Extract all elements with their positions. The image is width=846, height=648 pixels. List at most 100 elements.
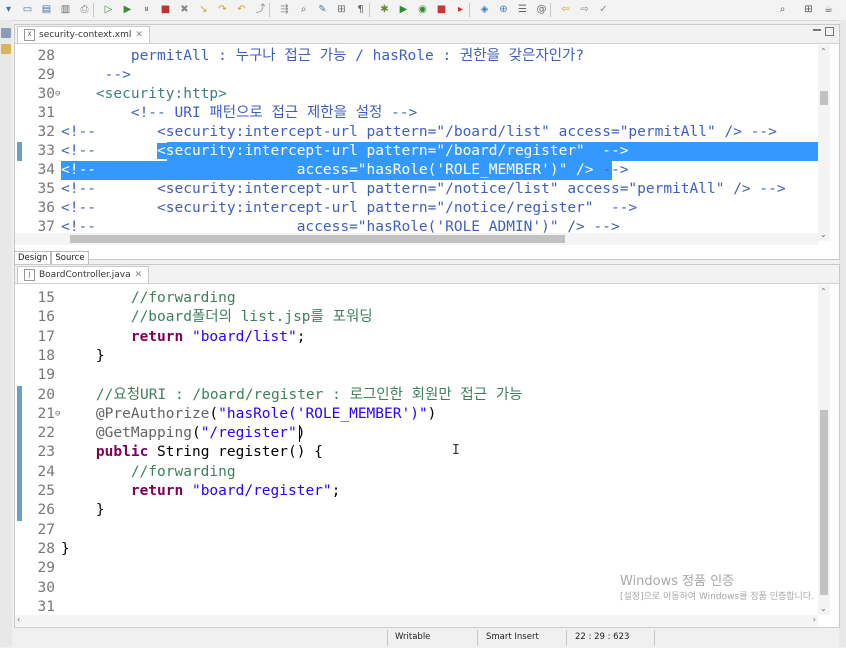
- line-number: 19: [37, 367, 55, 384]
- scroll-up-icon[interactable]: ⌃: [820, 47, 827, 56]
- disconnect-icon[interactable]: ■: [159, 3, 172, 16]
- line-number: 27: [37, 521, 55, 538]
- java-perspective-icon[interactable]: ☕: [822, 3, 835, 16]
- code-text: @GetMapping("/register"): [95, 425, 306, 442]
- step-into-icon[interactable]: ✖: [178, 3, 191, 16]
- search-icon[interactable]: ⌕: [297, 3, 310, 16]
- external-tools-icon[interactable]: ▸: [454, 3, 467, 16]
- toggle-block-icon[interactable]: ⊞: [335, 3, 348, 16]
- perspective-icon[interactable]: ⊞: [802, 3, 815, 16]
- save-all-icon[interactable]: ▤: [40, 3, 53, 16]
- tab-design[interactable]: Design: [14, 251, 52, 265]
- code-line[interactable]: 28}: [15, 540, 818, 559]
- new-class-icon[interactable]: ◈: [478, 3, 491, 16]
- code-line[interactable]: 17 return "board/list";: [15, 328, 818, 347]
- skip-icon[interactable]: ⎙: [78, 3, 91, 16]
- code-line[interactable]: 27: [15, 521, 818, 540]
- java-code-area[interactable]: 15 //forwarding 16 //board폴더의 list.jsp를 포…: [15, 285, 818, 615]
- code-line[interactable]: 19: [15, 366, 818, 385]
- scroll-left-icon[interactable]: ‹: [17, 615, 20, 624]
- debug-icon[interactable]: ✱: [378, 3, 391, 16]
- print-icon[interactable]: ▥: [59, 3, 72, 16]
- fold-toggle-icon[interactable]: ⊖: [55, 405, 60, 424]
- code-line[interactable]: 24 //forwarding: [15, 463, 818, 482]
- scroll-up-icon[interactable]: ⌃: [820, 287, 827, 296]
- text-caret: [299, 425, 300, 443]
- code-line[interactable]: 15 //forwarding: [15, 289, 818, 308]
- java-vertical-scrollbar[interactable]: ⌃ ⌄: [818, 285, 830, 615]
- xml-code-area[interactable]: 28 permitAll : 누구나 접근 가능 / hasRole : 권한을…: [15, 45, 818, 241]
- step-return-icon[interactable]: ↷: [216, 3, 229, 16]
- code-line[interactable]: 32 <!-- <security:intercept-url pattern="…: [15, 123, 818, 142]
- line-number: 16: [37, 309, 55, 326]
- editor-mode-tabs: Design Source: [14, 245, 89, 265]
- code-line[interactable]: 23 public String register() {: [15, 443, 818, 462]
- hscroll-thumb[interactable]: [70, 235, 565, 243]
- scroll-down-icon[interactable]: ⌄: [820, 230, 827, 239]
- code-line[interactable]: 25 return "board/register";: [15, 482, 818, 501]
- open-task-icon[interactable]: ☰: [516, 3, 529, 16]
- code-line[interactable]: 29 -->: [15, 66, 818, 85]
- scroll-down-icon[interactable]: ⌄: [820, 604, 827, 613]
- code-line[interactable]: 18 }: [15, 347, 818, 366]
- code-line[interactable]: 16 //board폴더의 list.jsp를 포워딩: [15, 308, 818, 327]
- suspend-icon[interactable]: ▶: [121, 3, 134, 16]
- package-explorer-icon[interactable]: [1, 28, 11, 38]
- code-line[interactable]: 31 <!-- URI 패턴으로 접근 제한을 설정 -->: [15, 104, 818, 123]
- tab-label: BoardController.java: [39, 270, 131, 280]
- new-server-icon[interactable]: ⊕: [497, 3, 510, 16]
- xml-horizontal-scrollbar[interactable]: [15, 233, 818, 245]
- coverage-icon[interactable]: ◉: [416, 3, 429, 16]
- java-editor-tabbar: J BoardController.java ✕: [15, 265, 839, 284]
- tab-board-controller[interactable]: J BoardController.java ✕: [17, 266, 150, 283]
- scroll-thumb[interactable]: [820, 410, 828, 595]
- tab-maximize-icon[interactable]: [825, 27, 834, 36]
- pin-icon[interactable]: ✓: [597, 3, 610, 16]
- java-horizontal-scrollbar[interactable]: ‹ ›: [15, 615, 818, 627]
- annotation-icon[interactable]: @: [535, 3, 548, 16]
- tab-security-context[interactable]: X security-context.xml ✕: [17, 26, 150, 43]
- run-icon[interactable]: ▶: [397, 3, 410, 16]
- folder-icon[interactable]: [1, 44, 11, 54]
- fold-toggle-icon[interactable]: ⊖: [55, 85, 60, 104]
- xml-vertical-scrollbar[interactable]: ⌃ ⌄: [818, 45, 830, 241]
- status-separator: [477, 630, 478, 646]
- show-whitespace-icon[interactable]: ¶: [354, 3, 367, 16]
- code-line[interactable]: 21 ⊖ @PreAuthorize("hasRole('ROLE_MEMBER'…: [15, 405, 818, 424]
- code-line[interactable]: 34 <!-- access="hasRole('ROLE_MEMBER')" /…: [15, 161, 818, 180]
- java-editor-pane: J BoardController.java ✕ 15 //forwarding…: [14, 264, 840, 628]
- open-type-icon[interactable]: ⇶: [278, 3, 291, 16]
- scroll-thumb[interactable]: [820, 91, 828, 105]
- tab-minimize-icon[interactable]: [813, 29, 821, 31]
- new-icon[interactable]: ▾: [2, 3, 15, 16]
- scroll-right-icon[interactable]: ›: [813, 615, 816, 624]
- step-over-icon[interactable]: ↘: [197, 3, 210, 16]
- search-icon[interactable]: ⌕: [776, 3, 789, 16]
- code-line[interactable]: 26 }: [15, 501, 818, 520]
- stop-server-icon[interactable]: ■: [435, 3, 448, 16]
- toggle-mark-icon[interactable]: ✎: [316, 3, 329, 16]
- save-icon[interactable]: ▭: [21, 3, 34, 16]
- xml-editor-tabbar: X security-context.xml ✕: [15, 25, 839, 44]
- code-line[interactable]: 28 permitAll : 누구나 접근 가능 / hasRole : 권한을…: [15, 47, 818, 66]
- line-number: 35: [37, 181, 55, 197]
- code-line[interactable]: 30 ⊖ <security:http>: [15, 85, 818, 104]
- line-number: 29: [37, 560, 55, 577]
- code-line[interactable]: 36 <!-- <security:intercept-url pattern="…: [15, 199, 818, 218]
- code-line[interactable]: 33 <!-- <security:intercept-url pattern="…: [15, 142, 818, 161]
- line-number: 34: [37, 162, 55, 178]
- close-icon[interactable]: ✕: [135, 27, 143, 43]
- resume-icon[interactable]: ▷: [102, 3, 115, 16]
- code-line[interactable]: 35 <!-- <security:intercept-url pattern="…: [15, 180, 818, 199]
- change-marker: [17, 385, 22, 521]
- code-text: public String register() {: [95, 444, 323, 461]
- terminate-icon[interactable]: ⏸: [140, 3, 153, 16]
- tab-source[interactable]: Source: [51, 251, 89, 265]
- back-icon[interactable]: ⇦: [559, 3, 572, 16]
- drop-frame-icon[interactable]: ↶: [235, 3, 248, 16]
- close-icon[interactable]: ✕: [135, 267, 143, 283]
- code-line[interactable]: 22 @GetMapping("/register"): [15, 424, 818, 443]
- forward-icon[interactable]: ⇨: [578, 3, 591, 16]
- code-line[interactable]: 20 //요청URI : /board/register : 로그인한 회원만 …: [15, 386, 818, 405]
- use-step-filters-icon[interactable]: ⤴: [254, 3, 267, 16]
